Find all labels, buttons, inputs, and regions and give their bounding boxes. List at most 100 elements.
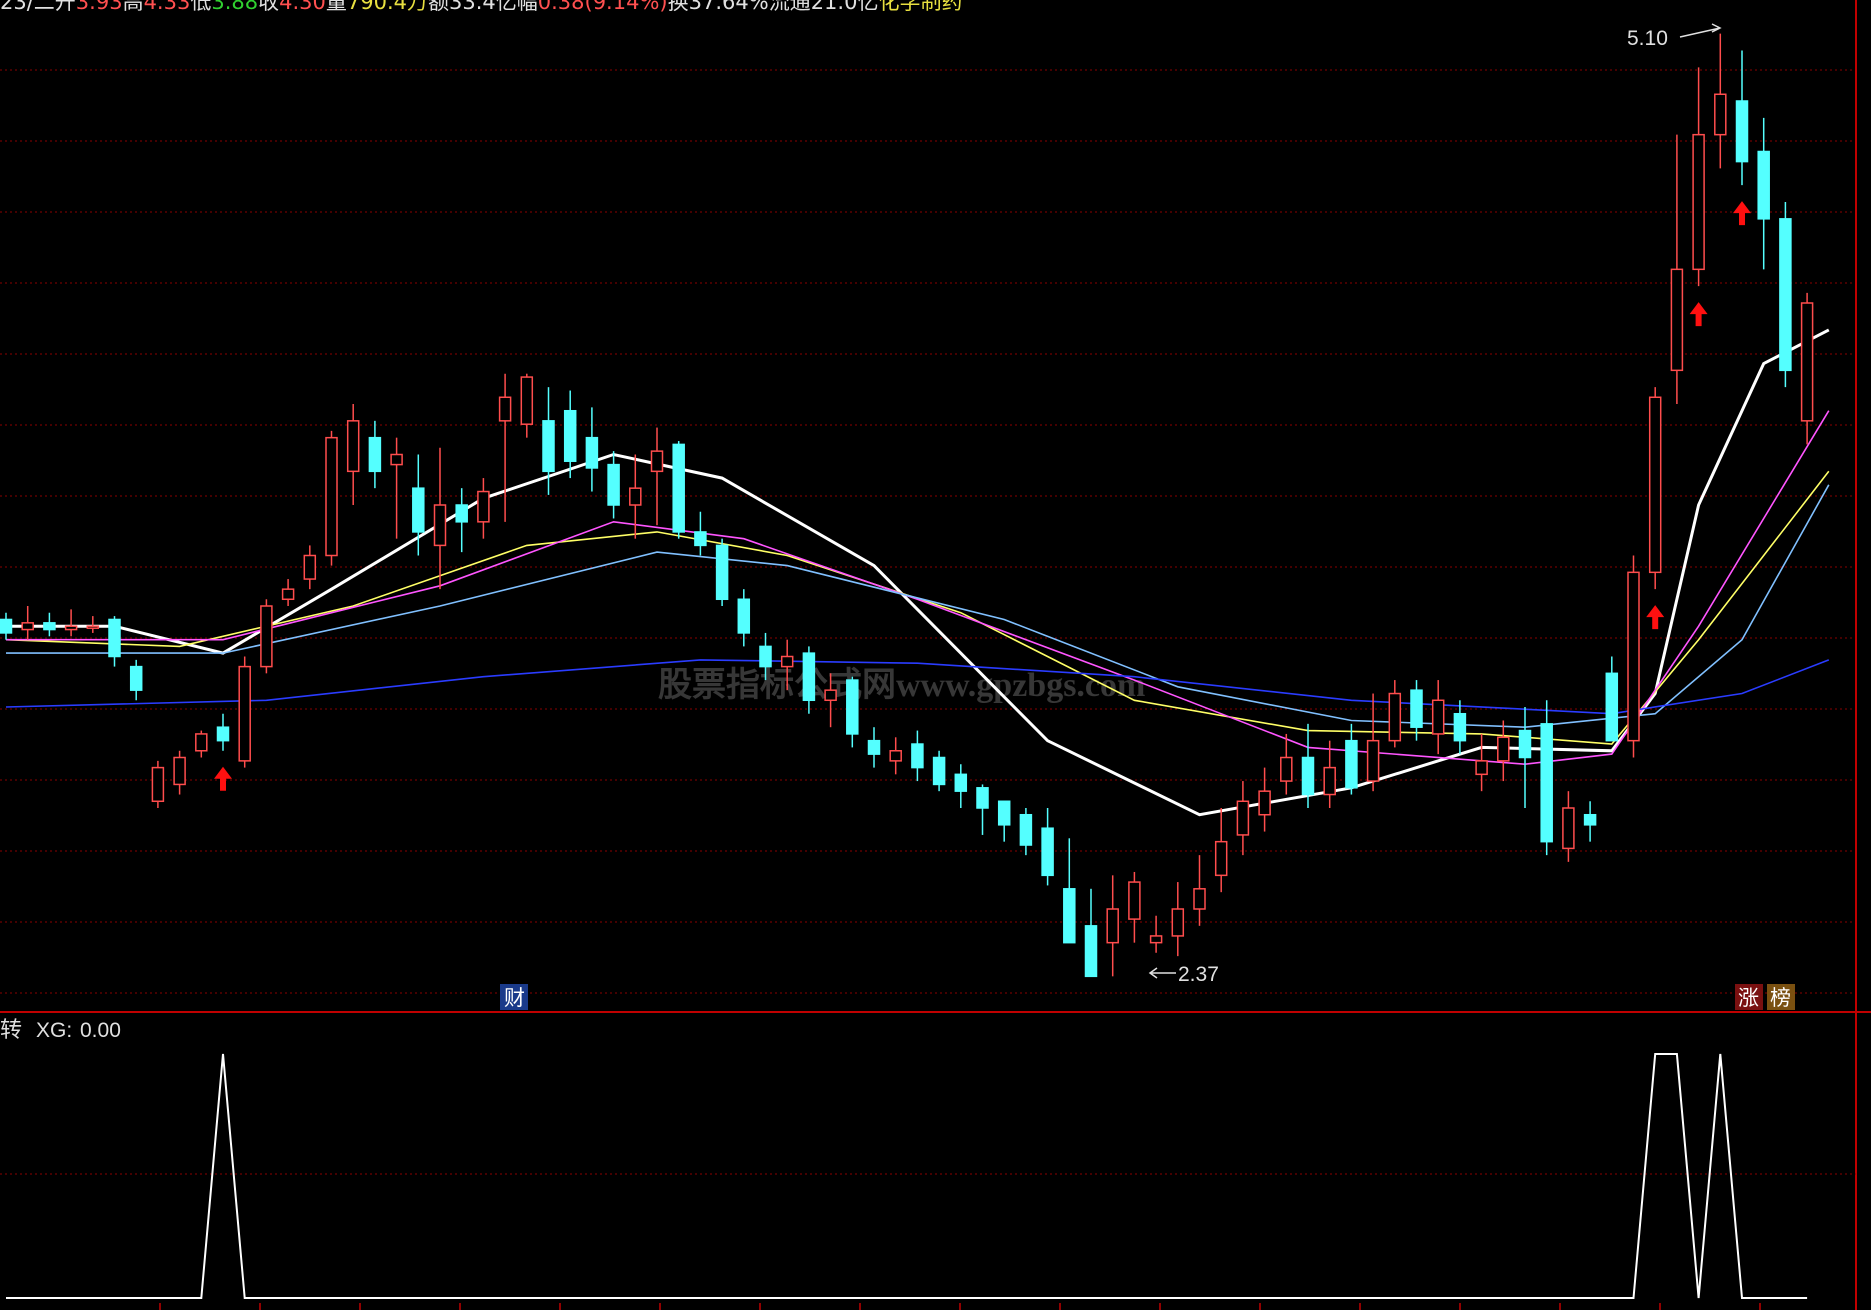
candle bbox=[932, 750, 946, 792]
stock-chart-stage: 23/二开3.93高4.33低3.88收4.30量790.4万额33.4亿幅0.… bbox=[0, 0, 1871, 1310]
watermark: 股票指标公式网www.gpzbgs.com bbox=[658, 666, 1145, 704]
svg-text:涨: 涨 bbox=[1738, 986, 1759, 1010]
candle bbox=[563, 390, 577, 479]
header-field: 37.64% bbox=[689, 0, 769, 14]
buy-arrow-icon bbox=[1689, 302, 1708, 327]
indicator-label: XG: bbox=[36, 1019, 72, 1042]
candle bbox=[672, 441, 685, 539]
header-field: 21.0亿 bbox=[811, 0, 879, 14]
candle bbox=[498, 373, 512, 522]
candle bbox=[1214, 808, 1228, 893]
candle bbox=[1497, 720, 1510, 782]
time-axis-ticks bbox=[159, 1303, 1761, 1310]
candle bbox=[1128, 871, 1141, 943]
candle bbox=[108, 616, 121, 667]
candle bbox=[21, 606, 34, 640]
header-field: 化学制药 bbox=[878, 0, 962, 14]
candle bbox=[1323, 740, 1336, 808]
candle bbox=[715, 538, 729, 606]
candle bbox=[1388, 680, 1402, 748]
header-field: 4.33 bbox=[144, 0, 191, 14]
candle bbox=[216, 713, 230, 751]
price-gridlines bbox=[0, 69, 1856, 994]
candlesticks bbox=[0, 33, 1814, 978]
candle bbox=[1193, 855, 1206, 926]
candle bbox=[195, 730, 208, 758]
candle bbox=[1648, 387, 1662, 590]
candle bbox=[1410, 680, 1423, 741]
candle bbox=[1366, 693, 1380, 792]
candle bbox=[64, 609, 78, 637]
ranking-badge[interactable]: 榜 bbox=[1767, 984, 1795, 1010]
candle bbox=[1475, 733, 1488, 792]
header-field: 开 bbox=[55, 0, 76, 14]
candle bbox=[1041, 808, 1054, 886]
candle bbox=[867, 727, 881, 768]
header-field: 换 bbox=[668, 0, 689, 14]
candle bbox=[1692, 67, 1705, 287]
candle bbox=[1757, 117, 1770, 270]
candle bbox=[694, 511, 707, 556]
header-field: 4.30 bbox=[279, 0, 326, 14]
candle bbox=[1345, 723, 1358, 795]
svg-text:财: 财 bbox=[504, 986, 525, 1010]
candle bbox=[1084, 888, 1098, 978]
candle bbox=[607, 451, 620, 519]
candle bbox=[1779, 202, 1792, 388]
quote-header: 23/二开3.93高4.33低3.88收4.30量790.4万额33.4亿幅0.… bbox=[0, 0, 962, 14]
low-price-arrow-icon bbox=[1148, 967, 1176, 979]
candle bbox=[1280, 733, 1293, 795]
candle bbox=[1171, 882, 1185, 957]
buy-arrow-icon bbox=[1646, 605, 1665, 630]
candle bbox=[1627, 555, 1640, 758]
candle bbox=[629, 454, 642, 539]
finance-badge[interactable]: 财 bbox=[500, 984, 528, 1010]
high-price-arrow-icon bbox=[1679, 23, 1722, 38]
header-field: 流通 bbox=[769, 0, 811, 14]
candle bbox=[1518, 707, 1532, 808]
limit-up-badge[interactable]: 涨 bbox=[1735, 984, 1763, 1010]
header-field: 0.38(9.14%) bbox=[538, 0, 668, 14]
candle bbox=[585, 407, 599, 492]
candle bbox=[1714, 33, 1727, 169]
header-field: 3.93 bbox=[76, 0, 123, 14]
header-field: 量 bbox=[326, 0, 347, 14]
header-field: 3.88 bbox=[211, 0, 258, 14]
candle bbox=[1149, 915, 1163, 953]
candle bbox=[1605, 656, 1619, 742]
candle bbox=[1800, 292, 1814, 445]
candle bbox=[1670, 134, 1684, 404]
candle bbox=[976, 784, 989, 835]
header-field: 幅 bbox=[517, 0, 538, 14]
header-field: 高 bbox=[123, 0, 144, 14]
candle bbox=[911, 730, 924, 782]
candle bbox=[86, 616, 100, 633]
candle bbox=[390, 437, 403, 539]
candle bbox=[173, 750, 186, 795]
candle bbox=[1453, 700, 1467, 755]
header-field: 收 bbox=[258, 0, 279, 14]
candle bbox=[1540, 700, 1553, 856]
candle bbox=[129, 659, 143, 701]
candle bbox=[1063, 838, 1076, 944]
candle bbox=[303, 545, 317, 590]
buy-arrow-icon bbox=[1733, 201, 1751, 226]
candle bbox=[1019, 808, 1033, 856]
candle bbox=[1583, 801, 1597, 842]
header-field: 33.4亿 bbox=[449, 0, 517, 14]
candle bbox=[477, 478, 490, 539]
candle bbox=[43, 612, 56, 637]
candle bbox=[997, 800, 1011, 842]
low-price-label: 2.37 bbox=[1178, 963, 1219, 986]
buy-arrow-icon bbox=[214, 766, 232, 791]
candle bbox=[455, 488, 468, 553]
header-field: 低 bbox=[190, 0, 211, 14]
xg-signal-line bbox=[6, 1053, 1808, 1299]
candle bbox=[346, 404, 360, 505]
candle bbox=[325, 430, 338, 566]
candle bbox=[954, 764, 968, 808]
candle bbox=[889, 737, 902, 775]
candle bbox=[433, 447, 447, 590]
svg-text:榜: 榜 bbox=[1770, 986, 1791, 1010]
high-price-label: 5.10 bbox=[1627, 27, 1668, 50]
